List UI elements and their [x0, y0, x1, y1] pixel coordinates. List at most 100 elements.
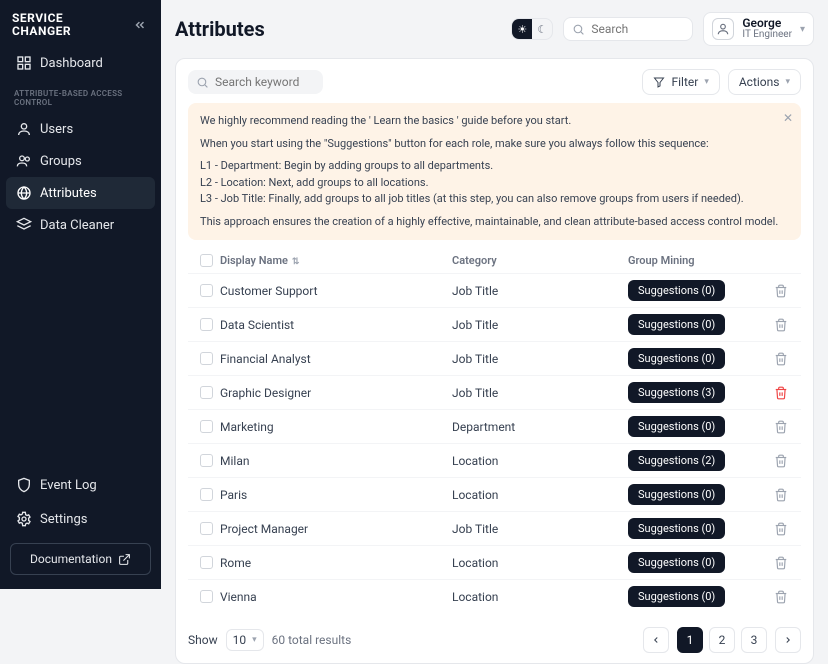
row-checkbox[interactable]	[200, 522, 213, 535]
row-checkbox[interactable]	[200, 284, 213, 297]
row-checkbox[interactable]	[200, 488, 213, 501]
sidebar-item-groups[interactable]: Groups	[6, 145, 155, 177]
table-row: Graphic DesignerJob TitleSuggestions (3)	[188, 375, 801, 409]
sidebar-item-data-cleaner[interactable]: Data Cleaner	[6, 209, 155, 241]
table-row: Data ScientistJob TitleSuggestions (0)	[188, 307, 801, 341]
chevron-down-icon: ▾	[252, 635, 257, 645]
sidebar-item-event-log[interactable]: Event Log	[6, 469, 155, 501]
cell-category: Location	[452, 590, 628, 604]
global-search-input[interactable]	[591, 22, 684, 36]
select-all-checkbox[interactable]	[200, 254, 213, 267]
column-header-category[interactable]: Category	[452, 254, 628, 267]
gear-icon	[16, 511, 32, 527]
trash-icon[interactable]	[774, 454, 788, 468]
table-row: Project ManagerJob TitleSuggestions (0)	[188, 511, 801, 545]
cell-name: Marketing	[220, 420, 452, 434]
close-icon[interactable]: ✕	[783, 109, 793, 127]
table-row: ParisLocationSuggestions (0)	[188, 477, 801, 511]
sidebar-item-settings[interactable]: Settings	[6, 503, 155, 535]
suggestions-badge[interactable]: Suggestions (0)	[628, 314, 725, 335]
cell-category: Job Title	[452, 352, 628, 366]
table-row: MilanLocationSuggestions (2)	[188, 443, 801, 477]
filter-button[interactable]: Filter ▾	[642, 69, 719, 95]
suggestions-badge[interactable]: Suggestions (0)	[628, 416, 725, 437]
cell-category: Location	[452, 556, 628, 570]
sidebar-item-dashboard[interactable]: Dashboard	[6, 47, 155, 79]
table-row: RomeLocationSuggestions (0)	[188, 545, 801, 579]
cell-category: Job Title	[452, 522, 628, 536]
sidebar-item-attributes[interactable]: Attributes	[6, 177, 155, 209]
column-header-group-mining[interactable]: Group Mining	[628, 254, 765, 267]
filter-icon	[653, 76, 665, 88]
cell-name: Milan	[220, 454, 452, 468]
page-1[interactable]: 1	[677, 627, 703, 653]
table-row: Customer SupportJob TitleSuggestions (0)	[188, 273, 801, 307]
trash-icon[interactable]	[774, 284, 788, 298]
user-menu[interactable]: George IT Engineer ▾	[703, 12, 814, 46]
cell-name: Financial Analyst	[220, 352, 452, 366]
trash-icon[interactable]	[774, 318, 788, 332]
sidebar-item-label: Dashboard	[40, 56, 103, 71]
cell-name: Data Scientist	[220, 318, 452, 332]
sun-icon: ☀	[512, 19, 532, 39]
shield-icon	[16, 477, 32, 493]
table-row: MarketingDepartmentSuggestions (0)	[188, 409, 801, 443]
suggestions-badge[interactable]: Suggestions (0)	[628, 484, 725, 505]
collapse-sidebar-button[interactable]	[131, 16, 149, 34]
table-row: Financial AnalystJob TitleSuggestions (0…	[188, 341, 801, 375]
column-header-name[interactable]: Display Name⇅	[220, 254, 452, 267]
keyword-search[interactable]	[188, 70, 323, 94]
actions-button[interactable]: Actions ▾	[728, 69, 801, 95]
trash-icon[interactable]	[774, 352, 788, 366]
layers-icon	[16, 217, 32, 233]
filter-label: Filter	[671, 75, 698, 89]
suggestions-badge[interactable]: Suggestions (0)	[628, 280, 725, 301]
globe-icon	[16, 185, 32, 201]
row-checkbox[interactable]	[200, 420, 213, 433]
page-3[interactable]: 3	[741, 627, 767, 653]
sidebar-item-label: Settings	[40, 512, 87, 527]
cell-name: Project Manager	[220, 522, 452, 536]
row-checkbox[interactable]	[200, 318, 213, 331]
page-size-select[interactable]: 10▾	[226, 629, 264, 651]
row-checkbox[interactable]	[200, 454, 213, 467]
cell-name: Vienna	[220, 590, 452, 604]
cell-category: Job Title	[452, 386, 628, 400]
table-footer: Show 10▾ 60 total results 123	[188, 621, 801, 653]
chevron-down-icon: ▾	[785, 77, 790, 87]
row-checkbox[interactable]	[200, 556, 213, 569]
page-prev[interactable]	[643, 627, 669, 653]
suggestions-badge[interactable]: Suggestions (0)	[628, 552, 725, 573]
info-notice: ✕ We highly recommend reading the ' Lear…	[188, 103, 801, 240]
user-name: George	[742, 17, 792, 29]
show-label: Show	[188, 633, 218, 647]
trash-icon[interactable]	[774, 556, 788, 570]
search-icon	[196, 76, 209, 89]
keyword-search-input[interactable]	[215, 75, 315, 89]
suggestions-badge[interactable]: Suggestions (0)	[628, 586, 725, 607]
suggestions-badge[interactable]: Suggestions (0)	[628, 348, 725, 369]
theme-toggle[interactable]: ☀ ☾	[511, 18, 553, 40]
page-next[interactable]	[775, 627, 801, 653]
user-role: IT Engineer	[742, 29, 792, 41]
cell-category: Job Title	[452, 318, 628, 332]
cell-name: Customer Support	[220, 284, 452, 298]
trash-icon[interactable]	[774, 590, 788, 604]
suggestions-badge[interactable]: Suggestions (2)	[628, 450, 725, 471]
suggestions-badge[interactable]: Suggestions (0)	[628, 518, 725, 539]
trash-icon[interactable]	[774, 386, 788, 400]
global-search[interactable]	[563, 17, 693, 41]
sidebar-item-users[interactable]: Users	[6, 113, 155, 145]
trash-icon[interactable]	[774, 420, 788, 434]
trash-icon[interactable]	[774, 488, 788, 502]
grid-icon	[16, 55, 32, 71]
row-checkbox[interactable]	[200, 386, 213, 399]
row-checkbox[interactable]	[200, 590, 213, 603]
cell-category: Department	[452, 420, 628, 434]
suggestions-badge[interactable]: Suggestions (3)	[628, 382, 725, 403]
row-checkbox[interactable]	[200, 352, 213, 365]
sidebar: SERVICECHANGER Dashboard ATTRIBUTE-BASED…	[0, 0, 161, 589]
documentation-button[interactable]: Documentation	[10, 543, 151, 575]
page-2[interactable]: 2	[709, 627, 735, 653]
trash-icon[interactable]	[774, 522, 788, 536]
